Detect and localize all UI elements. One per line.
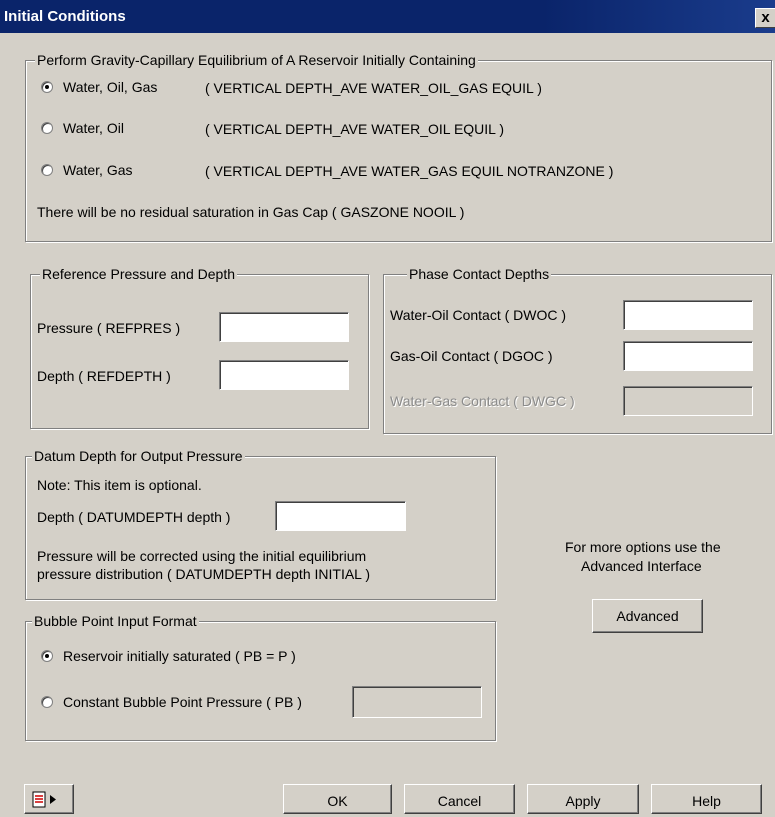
advanced-button[interactable]: Advanced xyxy=(592,599,703,633)
keyword-water-gas: ( VERTICAL DEPTH_AVE WATER_GAS EQUIL NOT… xyxy=(205,163,614,179)
notepad-arrow-icon xyxy=(32,791,62,811)
window-title: Initial Conditions xyxy=(4,8,126,25)
cancel-button[interactable]: Cancel xyxy=(404,784,515,814)
equilibrium-legend: Perform Gravity-Capillary Equilibrium of… xyxy=(35,52,478,68)
pressure-input[interactable] xyxy=(219,312,349,342)
dgoc-label: Gas-Oil Contact ( DGOC ) xyxy=(390,348,553,364)
gas-cap-note: There will be no residual saturation in … xyxy=(37,204,465,220)
close-button[interactable]: x xyxy=(755,8,775,28)
dwgc-input xyxy=(623,386,753,416)
dwoc-input[interactable] xyxy=(623,300,753,330)
title-bar: Initial Conditions x xyxy=(0,0,775,33)
contacts-legend: Phase Contact Depths xyxy=(407,266,552,282)
pb-input xyxy=(352,686,482,718)
datum-depth-input[interactable] xyxy=(275,501,406,531)
bubble-legend: Bubble Point Input Format xyxy=(32,613,199,629)
depth-input[interactable] xyxy=(219,360,349,390)
ok-button[interactable]: OK xyxy=(283,784,392,814)
advanced-hint-line2: Advanced Interface xyxy=(581,558,702,574)
radio-constant-pb-label[interactable]: Constant Bubble Point Pressure ( PB ) xyxy=(63,694,302,710)
datum-info-line1: Pressure will be corrected using the ini… xyxy=(37,548,367,564)
datum-depth-label: Depth ( DATUMDEPTH depth ) xyxy=(37,509,231,525)
dwgc-label: Water-Gas Contact ( DWGC ) xyxy=(390,393,575,409)
apply-button[interactable]: Apply xyxy=(527,784,639,814)
radio-reservoir-saturated[interactable] xyxy=(41,650,53,662)
advanced-hint-line1: For more options use the xyxy=(565,539,721,555)
datum-info-line2: pressure distribution ( DATUMDEPTH depth… xyxy=(37,566,370,582)
bubble-group: Bubble Point Input Format xyxy=(25,613,496,741)
datum-note: Note: This item is optional. xyxy=(37,477,202,493)
radio-water-oil[interactable] xyxy=(41,122,53,134)
radio-water-oil-gas[interactable] xyxy=(41,81,53,93)
radio-water-oil-label[interactable]: Water, Oil xyxy=(63,120,124,136)
depth-label: Depth ( REFDEPTH ) xyxy=(37,368,171,384)
reference-group: Reference Pressure and Depth xyxy=(30,266,369,429)
tool-button[interactable] xyxy=(24,784,74,814)
keyword-water-oil-gas: ( VERTICAL DEPTH_AVE WATER_OIL_GAS EQUIL… xyxy=(205,80,542,96)
pressure-label: Pressure ( REFPRES ) xyxy=(37,320,181,336)
dwoc-label: Water-Oil Contact ( DWOC ) xyxy=(390,307,567,323)
datum-legend: Datum Depth for Output Pressure xyxy=(32,448,245,464)
dgoc-input[interactable] xyxy=(623,341,753,371)
keyword-water-oil: ( VERTICAL DEPTH_AVE WATER_OIL EQUIL ) xyxy=(205,121,504,137)
reference-legend: Reference Pressure and Depth xyxy=(40,266,237,282)
radio-water-oil-gas-label[interactable]: Water, Oil, Gas xyxy=(63,79,157,95)
radio-constant-pb[interactable] xyxy=(41,696,53,708)
radio-reservoir-saturated-label[interactable]: Reservoir initially saturated ( PB = P ) xyxy=(63,648,296,664)
radio-water-gas[interactable] xyxy=(41,164,53,176)
radio-water-gas-label[interactable]: Water, Gas xyxy=(63,162,133,178)
help-button[interactable]: Help xyxy=(651,784,762,814)
